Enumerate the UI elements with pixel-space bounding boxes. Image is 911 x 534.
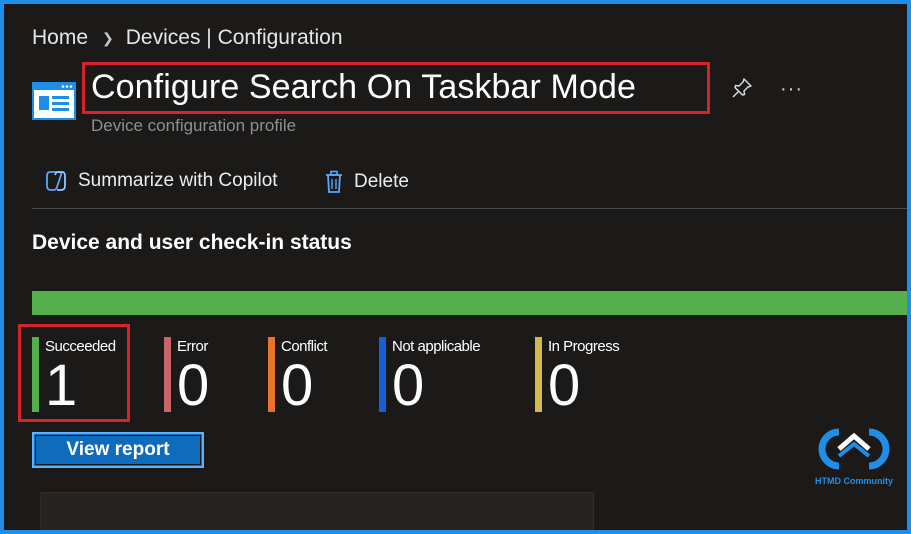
trash-icon [326,170,342,193]
chevron-right-icon: ❯ [102,29,114,46]
view-report-button[interactable]: View report [32,432,204,468]
breadcrumb-devices-configuration-link[interactable]: Devices | Configuration [126,26,343,50]
details-card [40,492,594,530]
htmd-logo-icon [818,428,890,470]
toolbar-divider [32,208,907,209]
app-window: Home ❯ Devices | Configuration Configure… [4,4,907,530]
stat-value: 0 [281,353,314,418]
stat-color-bar [32,337,39,412]
stat-value: 0 [177,353,210,418]
stat-color-bar [164,337,171,412]
checkin-status-progress-bar [32,291,907,315]
copilot-icon [46,171,66,191]
stat-value: 0 [548,353,581,418]
stat-color-bar [535,337,542,412]
configuration-profile-icon [32,82,76,120]
breadcrumb: Home ❯ Devices | Configuration [32,26,343,50]
breadcrumb-home-link[interactable]: Home [32,26,88,50]
delete-label: Delete [354,171,409,192]
delete-button[interactable]: Delete [324,170,409,194]
stat-value: 0 [392,353,425,418]
stat-color-bar [268,337,275,412]
more-options-icon[interactable]: ··· [780,78,803,101]
summarize-with-copilot-button[interactable]: Summarize with Copilot [44,170,278,192]
stat-value: 1 [45,353,78,418]
pin-icon[interactable] [730,76,754,100]
stat-color-bar [379,337,386,412]
summarize-with-copilot-label: Summarize with Copilot [78,170,278,191]
page-title: Configure Search On Taskbar Mode [91,68,636,106]
page-subtitle: Device configuration profile [91,116,297,135]
section-title: Device and user check-in status [32,231,352,254]
watermark-text: HTMD Community [815,476,893,486]
